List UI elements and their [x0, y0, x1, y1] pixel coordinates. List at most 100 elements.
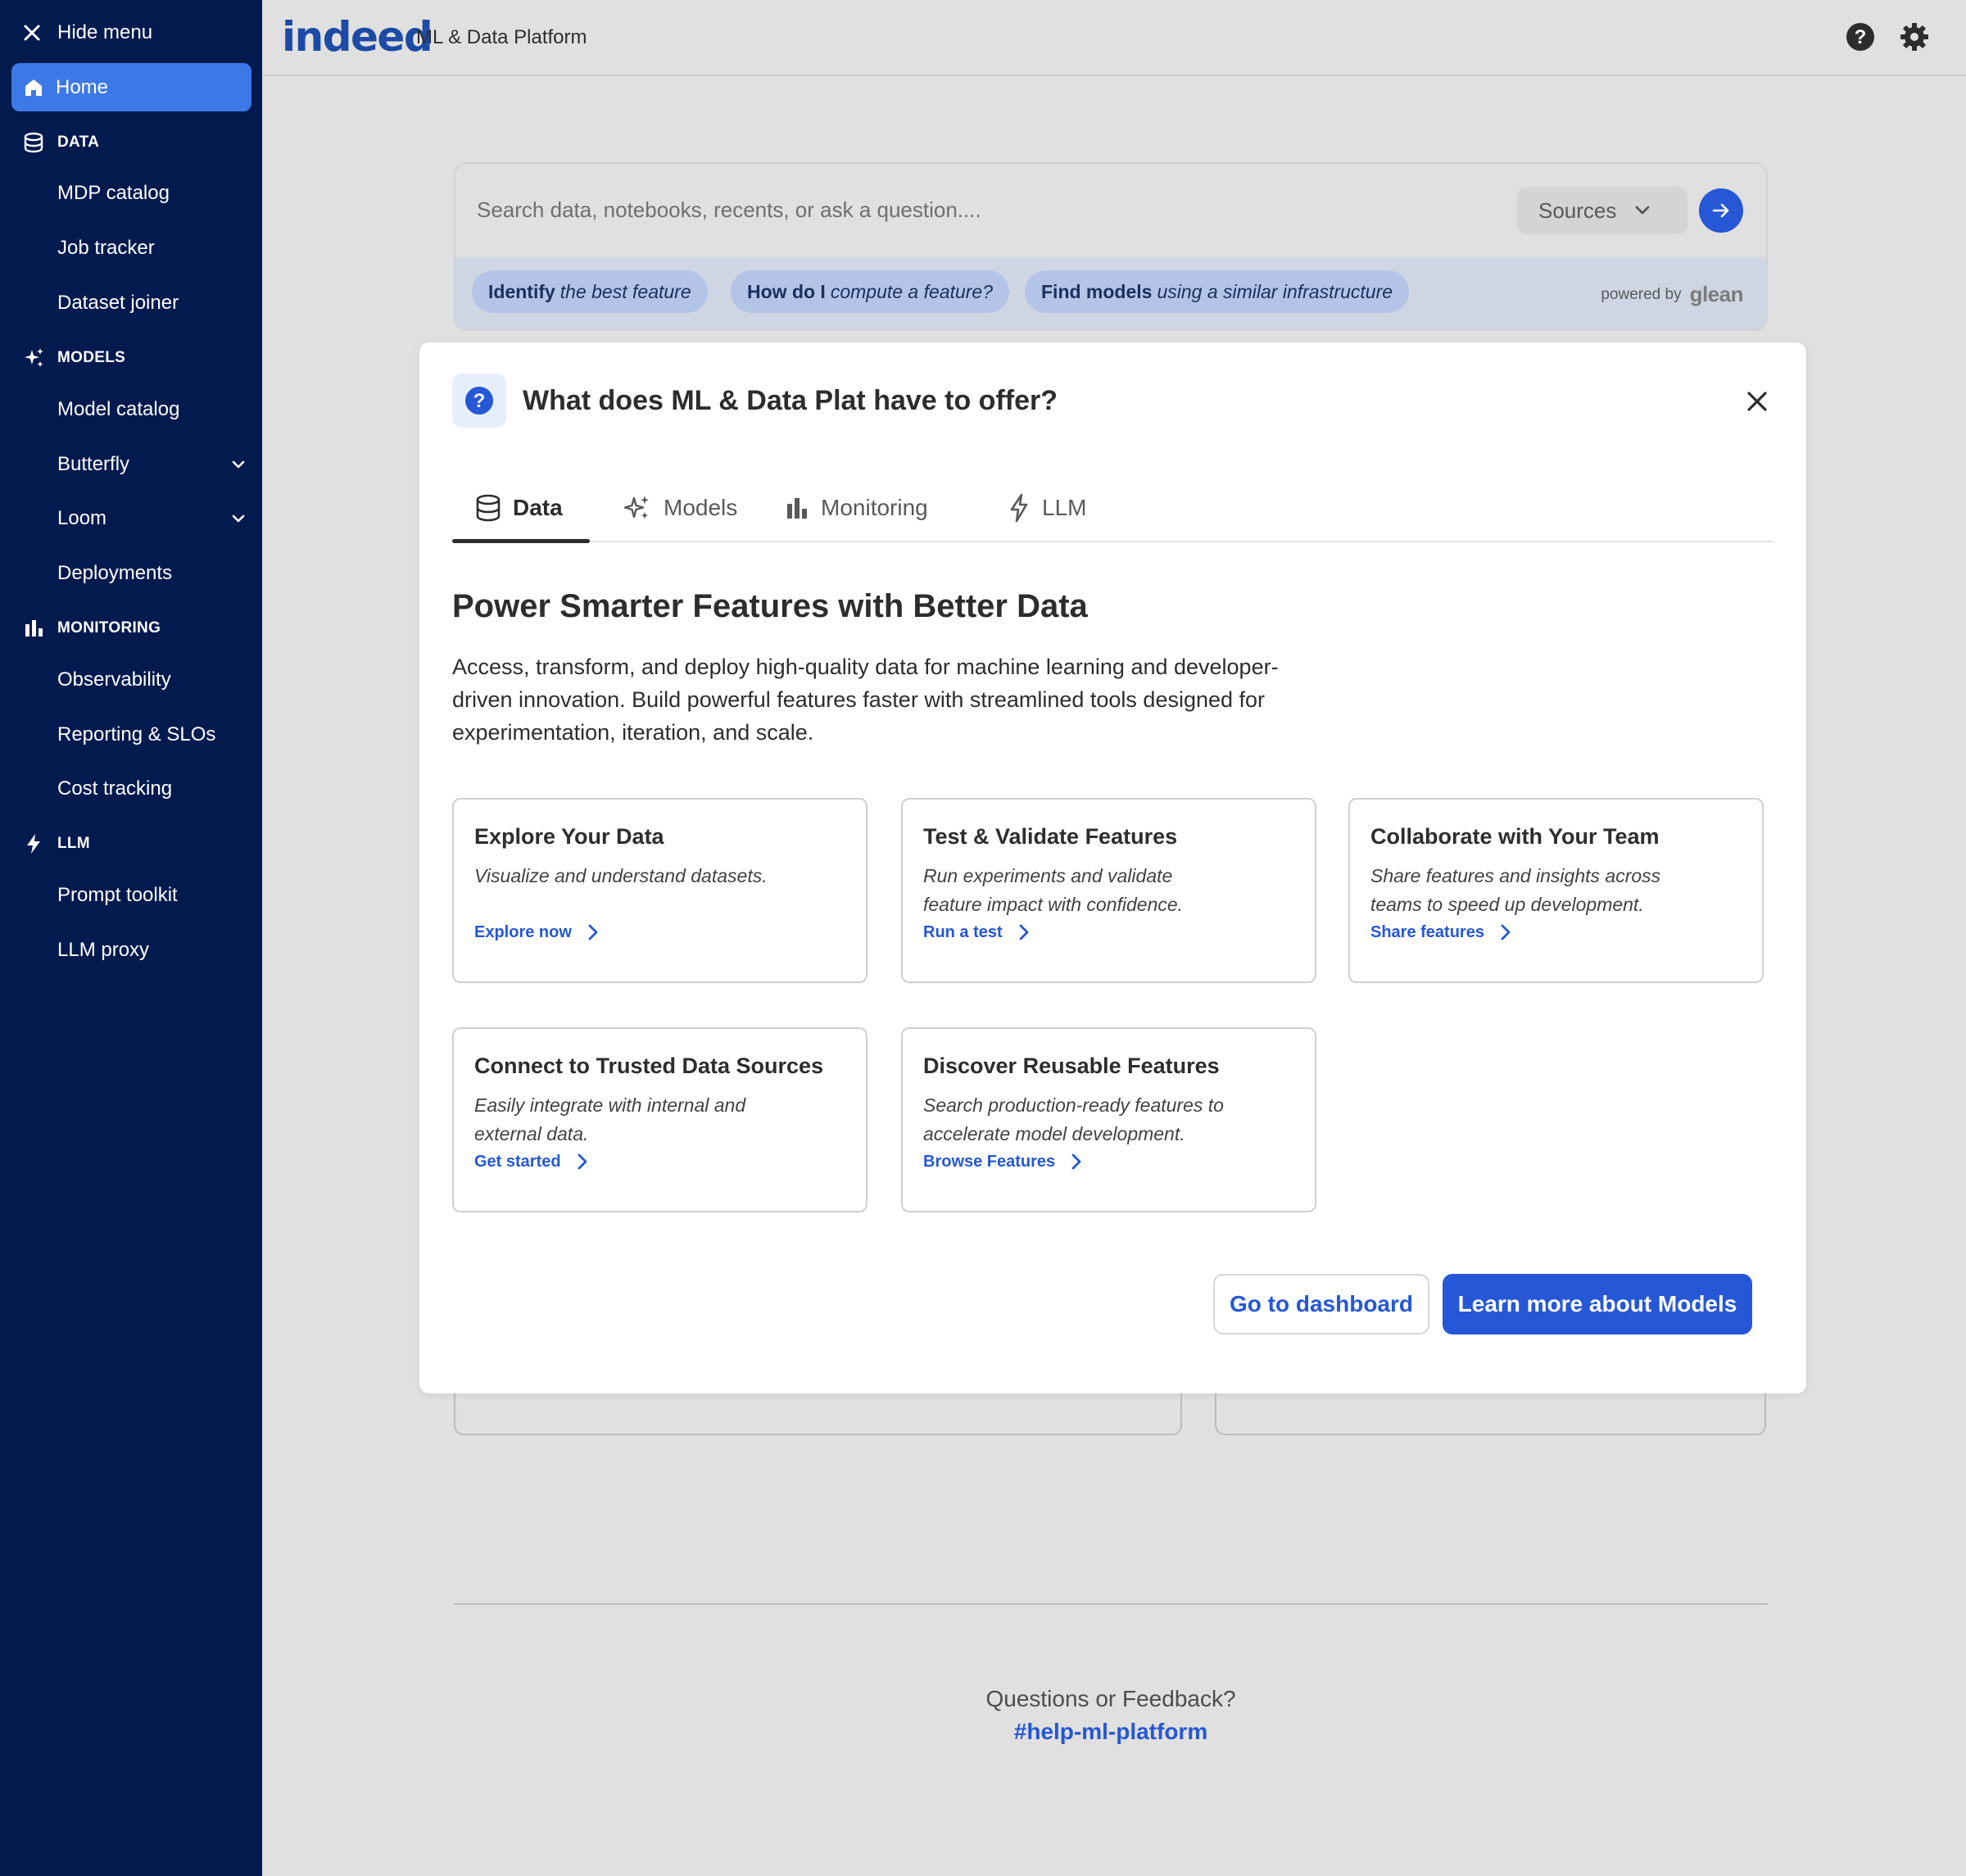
card-link-label: Share features — [1370, 922, 1484, 941]
hide-menu-button[interactable]: Hide menu — [23, 15, 285, 51]
tab-label: Monitoring — [821, 495, 928, 520]
active-tab-indicator — [452, 539, 590, 543]
powered-by: powered by glean — [1601, 282, 1743, 307]
suggestion-chip[interactable]: Find models using a similar infrastructur… — [1025, 270, 1410, 313]
search-submit-button[interactable] — [1699, 188, 1743, 233]
card-link[interactable]: Share features — [1370, 918, 1511, 947]
tab-monitoring[interactable]: Monitoring — [785, 474, 928, 542]
feature-card-collaborate[interactable]: Collaborate with Your Team Share feature… — [1348, 798, 1764, 983]
tab-label: Models — [664, 495, 738, 520]
card-link[interactable]: Run a test — [923, 918, 1029, 947]
sidebar-section-label: DATA — [57, 134, 100, 151]
feedback-text: Questions or Feedback? — [985, 1686, 1236, 1711]
sidebar-item-label: Job tracker — [57, 237, 155, 259]
tab-data[interactable]: Data — [475, 474, 563, 542]
chevron-down-icon[interactable] — [231, 514, 246, 523]
tab-llm[interactable]: LLM — [1008, 474, 1086, 542]
chip-bold: Identify — [488, 280, 555, 302]
sidebar-item-label: Cost tracking — [57, 777, 173, 800]
suggestion-chip[interactable]: How do Icompute a feature? — [731, 270, 1010, 313]
card-title: Connect to Trusted Data Sources — [474, 1054, 824, 1078]
sidebar-item-prompt-toolkit[interactable]: Prompt toolkit — [57, 877, 246, 913]
lightning-icon — [1008, 493, 1031, 523]
footer-divider — [454, 1603, 1768, 1605]
sidebar-item-deployments[interactable]: Deployments — [57, 555, 246, 591]
sidebar-section-label: MONITORING — [57, 619, 161, 637]
tab-models[interactable]: Models — [623, 474, 737, 542]
sidebar-item-job-tracker[interactable]: Job tracker — [57, 230, 246, 266]
feedback-channel-link[interactable]: #help-ml-platform — [454, 1719, 1768, 1745]
feature-card-test-validate[interactable]: Test & Validate Features Run experiments… — [901, 798, 1316, 983]
sidebar-item-label: Dataset joiner — [57, 292, 179, 314]
help-icon[interactable]: ? — [1845, 21, 1876, 52]
arrow-right-icon — [1711, 202, 1731, 219]
svg-text:?: ? — [473, 390, 486, 412]
card-link[interactable]: Get started — [474, 1147, 587, 1176]
search-panel: Sources Identifythe best feature How do … — [454, 162, 1768, 331]
card-link-label: Browse Features — [923, 1152, 1056, 1171]
chevron-down-icon — [1634, 205, 1651, 216]
search-bar: Sources — [455, 164, 1766, 257]
tab-label: LLM — [1042, 495, 1087, 520]
sidebar-item-mdp-catalog[interactable]: MDP catalog — [57, 175, 246, 211]
feature-card-discover[interactable]: Discover Reusable Features Search produc… — [901, 1027, 1316, 1212]
modal-title: What does ML & Data Plat have to offer? — [523, 385, 1058, 416]
sidebar-item-butterfly[interactable]: Butterfly — [57, 446, 246, 483]
sources-dropdown[interactable]: Sources — [1517, 187, 1687, 234]
sidebar-item-label: Home — [56, 75, 109, 98]
lightning-icon — [23, 832, 46, 855]
sources-label: Sources — [1538, 197, 1617, 223]
search-input[interactable] — [477, 192, 1460, 228]
sidebar-item-home[interactable]: Home — [11, 63, 251, 111]
chevron-right-icon — [578, 1153, 587, 1170]
chip-text: the best feature — [559, 280, 691, 302]
section-description: Access, transform, and deploy high-quali… — [452, 655, 1279, 745]
card-title: Test & Validate Features — [923, 824, 1178, 849]
sidebar-item-label: Prompt toolkit — [57, 884, 178, 906]
sidebar-item-label: LLM proxy — [57, 939, 150, 961]
gear-icon[interactable] — [1899, 21, 1930, 52]
onboarding-modal: ? What does ML & Data Plat have to offer… — [419, 342, 1806, 1393]
svg-text:?: ? — [1855, 26, 1867, 48]
sidebar-section-llm: LLM — [23, 827, 285, 860]
sidebar: Hide menu Home DATA MDP catalog Job trac… — [0, 0, 262, 1876]
sidebar-item-llm-proxy[interactable]: LLM proxy — [57, 932, 246, 968]
sidebar-item-model-catalog[interactable]: Model catalog — [57, 392, 246, 428]
database-icon — [23, 132, 46, 153]
card-link-label: Run a test — [923, 922, 1003, 941]
chip-text: using a similar infrastructure — [1157, 280, 1393, 302]
chip-text: compute a feature? — [830, 280, 994, 302]
sidebar-item-label: Model catalog — [57, 398, 180, 420]
sidebar-section-models: MODELS — [23, 342, 285, 374]
question-icon: ? — [464, 386, 494, 415]
sidebar-section-label: MODELS — [57, 349, 126, 366]
sidebar-item-cost-tracking[interactable]: Cost tracking — [57, 771, 246, 807]
feature-card-connect[interactable]: Connect to Trusted Data Sources Easily i… — [452, 1027, 867, 1212]
card-link[interactable]: Browse Features — [923, 1147, 1081, 1176]
suggestion-chip[interactable]: Identify the best feature — [472, 270, 708, 313]
sidebar-item-loom[interactable]: Loom — [57, 501, 246, 537]
close-icon[interactable] — [1744, 388, 1770, 415]
chevron-down-icon[interactable] — [231, 460, 246, 469]
chip-bold: Find models — [1041, 280, 1153, 302]
learn-more-button[interactable]: Learn more about Models — [1443, 1274, 1752, 1334]
sidebar-item-label: Observability — [57, 668, 171, 691]
hide-menu-label: Hide menu — [57, 21, 153, 43]
card-description: Easily integrate with internal and exter… — [474, 1094, 746, 1144]
close-icon — [23, 24, 46, 42]
indeed-logo[interactable]: indeed — [282, 13, 433, 61]
chevron-right-icon — [1019, 924, 1029, 940]
sidebar-item-label: Deployments — [57, 562, 173, 584]
sidebar-item-observability[interactable]: Observability — [57, 662, 246, 698]
sidebar-item-label: Butterfly — [57, 453, 130, 475]
home-icon — [23, 77, 44, 98]
modal-tabs: Data Models Monitoring LLM — [452, 474, 1773, 543]
card-description: Run experiments and validate feature imp… — [923, 865, 1184, 915]
sidebar-item-dataset-joiner[interactable]: Dataset joiner — [57, 285, 246, 321]
card-link[interactable]: Explore now — [474, 918, 598, 947]
feature-card-explore[interactable]: Explore Your Data Visualize and understa… — [452, 798, 867, 983]
go-to-dashboard-button[interactable]: Go to dashboard — [1213, 1274, 1429, 1334]
sidebar-item-label: Loom — [57, 507, 107, 529]
sidebar-item-reporting-slos[interactable]: Reporting & SLOs — [57, 717, 246, 753]
database-icon — [475, 494, 501, 522]
